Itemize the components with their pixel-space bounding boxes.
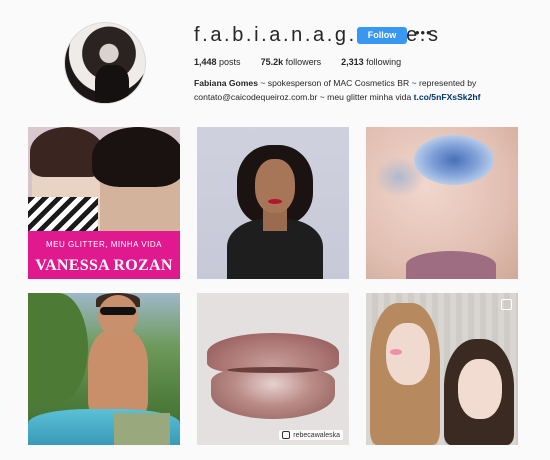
profile-avatar[interactable] bbox=[64, 22, 146, 104]
posts-stat: 1,448 posts bbox=[194, 57, 241, 67]
followers-label: followers bbox=[285, 57, 322, 67]
magazine-subtitle: MEU GLITTER, MINHA VIDA bbox=[46, 240, 162, 249]
profile-stats: 1,448 posts 75.2k followers 2,313 follow… bbox=[194, 57, 401, 67]
post-image-shorts bbox=[114, 413, 170, 445]
following-label: following bbox=[366, 57, 402, 67]
post-image-blush bbox=[390, 349, 402, 355]
post-tile[interactable] bbox=[366, 293, 518, 445]
magazine-title: VANESSA ROZAN bbox=[35, 257, 173, 274]
repost-credit-username: rebecawaleska bbox=[293, 431, 340, 439]
multiple-posts-icon bbox=[501, 299, 512, 310]
post-image-lips bbox=[406, 251, 496, 279]
post-image-head bbox=[98, 295, 138, 337]
post-tile[interactable] bbox=[366, 127, 518, 279]
repost-icon bbox=[282, 431, 291, 439]
post-image-glitter-eye bbox=[414, 135, 494, 185]
follow-button[interactable]: Follow bbox=[357, 27, 407, 44]
post-image-sunglasses bbox=[100, 307, 136, 315]
post-image-face bbox=[458, 359, 502, 419]
bio-link[interactable]: t.co/5nFXsSk2hf bbox=[414, 92, 481, 102]
posts-label: posts bbox=[219, 57, 241, 67]
post-tile[interactable] bbox=[197, 127, 349, 279]
posts-grid: MEU GLITTER, MINHA VIDA VANESSA ROZAN re… bbox=[28, 127, 522, 445]
following-count: 2,313 bbox=[341, 57, 364, 67]
post-tile[interactable]: MEU GLITTER, MINHA VIDA VANESSA ROZAN bbox=[28, 127, 180, 279]
profile-header: f.a.b.i.a.n.a.g.o.m.e.s Follow ••• 1,448… bbox=[0, 0, 550, 118]
post-image-body bbox=[88, 329, 148, 419]
repost-credit: rebecawaleska bbox=[279, 430, 343, 440]
profile-bio: Fabiana Gomes ~ spokesperson of MAC Cosm… bbox=[194, 76, 524, 104]
followers-count: 75.2k bbox=[260, 57, 284, 67]
posts-count: 1,448 bbox=[194, 57, 217, 67]
post-image-lower-lip bbox=[211, 369, 335, 419]
post-image-tree bbox=[28, 293, 88, 403]
following-stat[interactable]: 2,313 following bbox=[341, 57, 401, 67]
post-image-hair bbox=[92, 127, 180, 187]
more-options-icon[interactable]: ••• bbox=[415, 25, 432, 40]
post-tile[interactable]: rebecawaleska bbox=[197, 293, 349, 445]
post-image-lip-gap bbox=[227, 367, 319, 373]
followers-stat[interactable]: 75.2k followers bbox=[261, 57, 322, 67]
post-image-lips bbox=[268, 199, 282, 204]
bio-name: Fabiana Gomes bbox=[194, 78, 258, 88]
post-image-face bbox=[255, 159, 295, 213]
post-tile[interactable] bbox=[28, 293, 180, 445]
